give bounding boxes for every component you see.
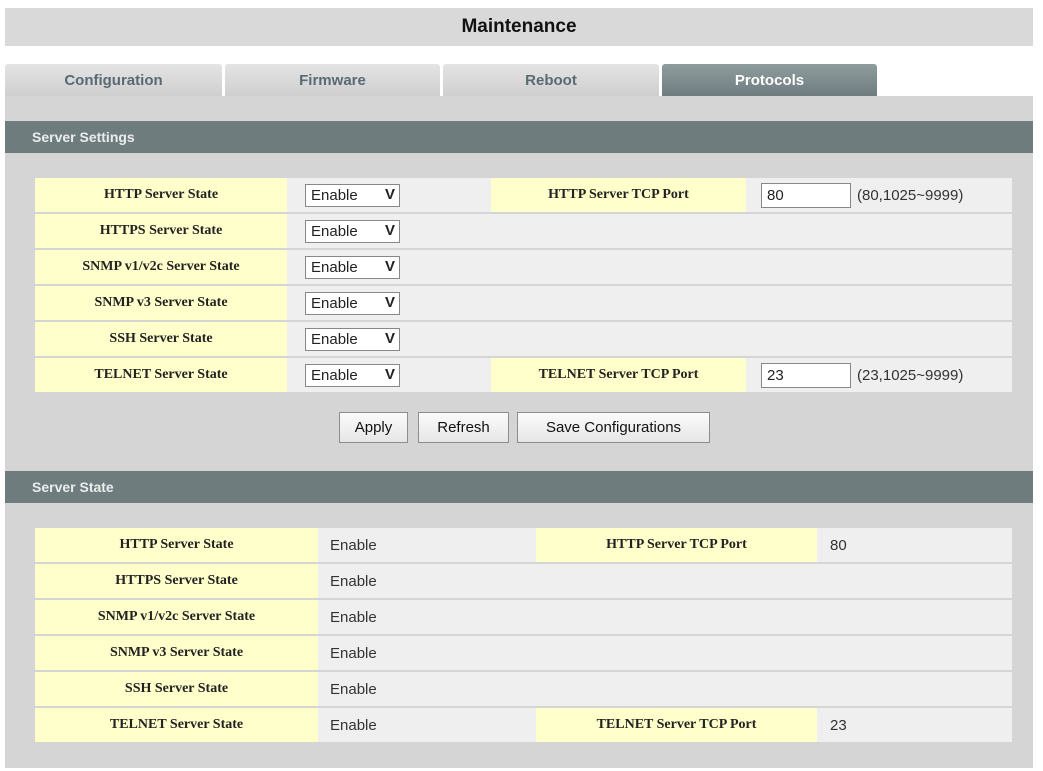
- table-row: SSH Server State Enable V: [35, 322, 1012, 357]
- snmp-v1v2c-server-state-label: SNMP v1/v2c Server State: [35, 250, 287, 284]
- telnet-server-tcp-port-value: 23: [830, 716, 847, 734]
- table-row: SSH Server State Enable: [35, 672, 1012, 707]
- http-server-state-label: HTTP Server State: [35, 528, 318, 562]
- select-value: Enable: [311, 259, 358, 276]
- chevron-down-icon: V: [384, 222, 395, 239]
- snmp-v3-server-state-value: Enable: [330, 644, 377, 662]
- http-server-state-label: HTTP Server State: [35, 178, 287, 212]
- http-server-state-select[interactable]: Enable V: [305, 184, 400, 207]
- ssh-server-state-label: SSH Server State: [35, 322, 287, 356]
- chevron-down-icon: V: [384, 258, 395, 275]
- table-row: SNMP v3 Server State Enable V: [35, 286, 1012, 321]
- server-state-header: Server State: [5, 471, 1033, 503]
- snmp-v3-server-state-label: SNMP v3 Server State: [35, 636, 318, 670]
- table-row: SNMP v1/v2c Server State Enable V: [35, 250, 1012, 285]
- table-row: HTTP Server State Enable HTTP Server TCP…: [35, 528, 1012, 563]
- save-configurations-button[interactable]: Save Configurations: [517, 412, 710, 443]
- http-server-tcp-port-label: HTTP Server TCP Port: [491, 178, 746, 212]
- https-server-state-value: Enable: [330, 572, 377, 590]
- refresh-button[interactable]: Refresh: [418, 412, 509, 443]
- tab-configuration[interactable]: Configuration: [5, 64, 222, 96]
- http-tcp-port-input[interactable]: 80: [761, 183, 851, 208]
- http-server-tcp-port-value: 80: [830, 536, 847, 554]
- snmp-v3-server-state-label: SNMP v3 Server State: [35, 286, 287, 320]
- http-port-range-hint: (80,1025~9999): [857, 186, 964, 204]
- https-server-state-label: HTTPS Server State: [35, 214, 287, 248]
- ssh-server-state-select[interactable]: Enable V: [305, 328, 400, 351]
- telnet-port-range-hint: (23,1025~9999): [857, 366, 964, 384]
- tab-firmware[interactable]: Firmware: [225, 64, 440, 96]
- telnet-server-state-select[interactable]: Enable V: [305, 364, 400, 387]
- telnet-server-tcp-port-label: TELNET Server TCP Port: [491, 358, 746, 392]
- ssh-server-state-label: SSH Server State: [35, 672, 318, 706]
- snmp-v1v2c-server-state-select[interactable]: Enable V: [305, 256, 400, 279]
- select-value: Enable: [311, 187, 358, 204]
- https-server-state-select[interactable]: Enable V: [305, 220, 400, 243]
- telnet-server-state-label: TELNET Server State: [35, 708, 318, 742]
- table-row: TELNET Server State Enable TELNET Server…: [35, 708, 1012, 743]
- select-value: Enable: [311, 367, 358, 384]
- telnet-server-state-value: Enable: [330, 716, 377, 734]
- page-title: Maintenance: [5, 8, 1033, 46]
- chevron-down-icon: V: [384, 330, 395, 347]
- tab-bar: Configuration Firmware Reboot Protocols: [5, 64, 1033, 96]
- ssh-server-state-value: Enable: [330, 680, 377, 698]
- http-server-tcp-port-label: HTTP Server TCP Port: [536, 528, 817, 562]
- snmp-v3-server-state-select[interactable]: Enable V: [305, 292, 400, 315]
- http-server-state-value: Enable: [330, 536, 377, 554]
- tab-protocols[interactable]: Protocols: [662, 64, 877, 96]
- telnet-server-tcp-port-label: TELNET Server TCP Port: [536, 708, 817, 742]
- apply-button[interactable]: Apply: [339, 412, 408, 443]
- telnet-server-state-label: TELNET Server State: [35, 358, 287, 392]
- table-row: TELNET Server State Enable V TELNET Serv…: [35, 358, 1012, 393]
- snmp-v1v2c-server-state-value: Enable: [330, 608, 377, 626]
- select-value: Enable: [311, 223, 358, 240]
- chevron-down-icon: V: [384, 186, 395, 203]
- https-server-state-label: HTTPS Server State: [35, 564, 318, 598]
- table-row: SNMP v1/v2c Server State Enable: [35, 600, 1012, 635]
- table-row: HTTPS Server State Enable: [35, 564, 1012, 599]
- table-row: HTTPS Server State Enable V: [35, 214, 1012, 249]
- chevron-down-icon: V: [384, 366, 395, 383]
- telnet-tcp-port-input[interactable]: 23: [761, 363, 851, 388]
- table-row: HTTP Server State Enable V HTTP Server T…: [35, 178, 1012, 213]
- select-value: Enable: [311, 295, 358, 312]
- chevron-down-icon: V: [384, 294, 395, 311]
- table-row: SNMP v3 Server State Enable: [35, 636, 1012, 671]
- snmp-v1v2c-server-state-label: SNMP v1/v2c Server State: [35, 600, 318, 634]
- action-buttons: Apply Refresh Save Configurations: [0, 412, 1043, 444]
- tab-reboot[interactable]: Reboot: [443, 64, 659, 96]
- server-settings-header: Server Settings: [5, 121, 1033, 153]
- select-value: Enable: [311, 331, 358, 348]
